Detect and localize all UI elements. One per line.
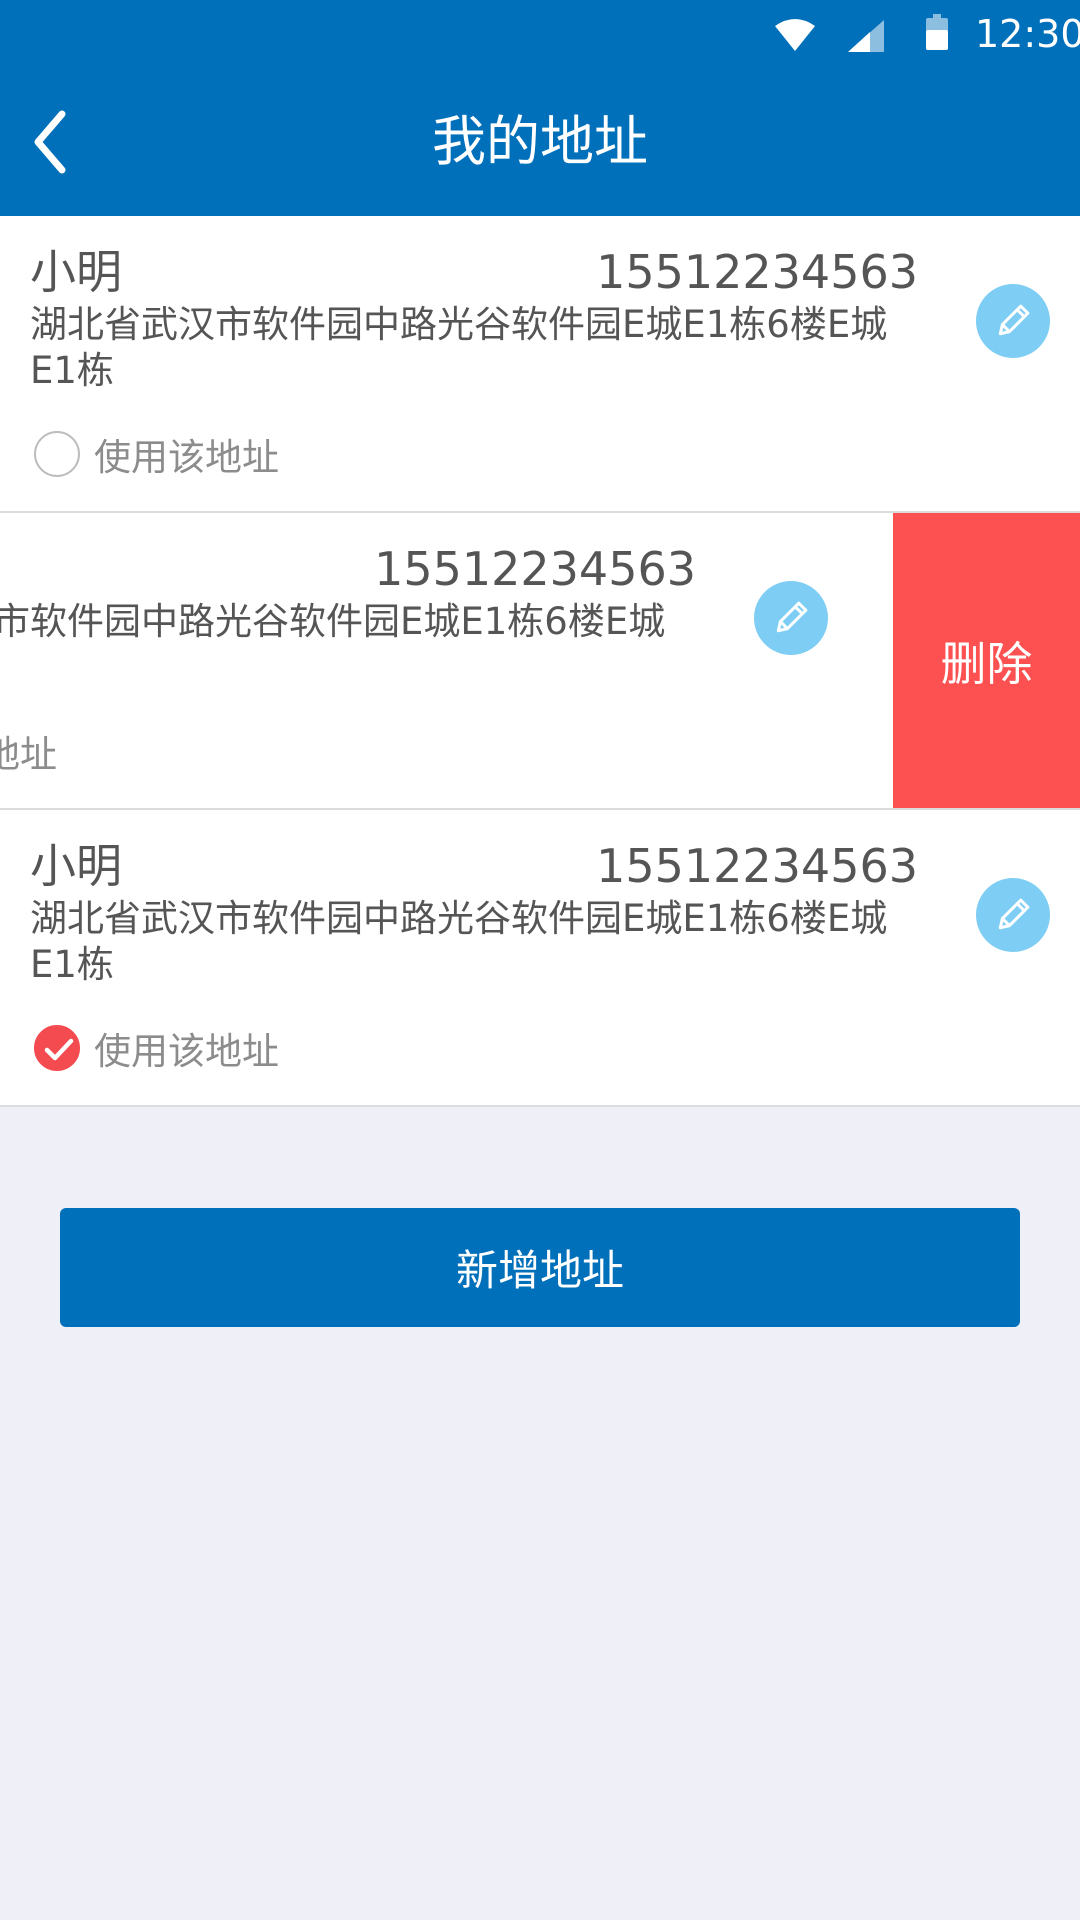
pencil-icon — [776, 601, 808, 633]
address-text: 湖北省武汉市软件园中路光谷软件园E城E1栋6楼E城E1栋 — [30, 303, 888, 392]
app-bar: 我的地址 — [0, 72, 1080, 216]
use-address-toggle[interactable]: 使用该地址 — [34, 1020, 279, 1076]
pencil-icon — [998, 304, 1030, 336]
use-address-label: 使用该地址 — [94, 1030, 279, 1073]
status-bar: 12:30 — [0, 0, 1080, 72]
contact-phone: 15512234563 — [374, 542, 696, 596]
page-title: 我的地址 — [432, 110, 648, 173]
address-text: 湖北省武汉市软件园中路光谷软件园E城E1栋6楼E城E1栋 — [30, 897, 888, 986]
address-item: 小明 15512234563 湖北省武汉市软件园中路光谷软件园E城E1栋6楼E城… — [0, 216, 1080, 513]
use-address-label: 使用该地址 — [94, 436, 279, 479]
use-address-toggle[interactable]: 使用该地址 — [34, 426, 279, 482]
checkmark-icon — [44, 1038, 74, 1061]
wifi-icon — [775, 19, 815, 51]
address-item-content[interactable]: 小明 15512234563 湖北省武汉市软件园中路光谷软件园E城E1栋6楼E城… — [0, 216, 1080, 511]
pencil-icon — [998, 898, 1030, 930]
add-address-button[interactable]: 新增地址 — [60, 1208, 1020, 1327]
address-item-content[interactable]: 小明 15512234563 湖北省武汉市软件园中路光谷软件园E城E1栋6楼E城… — [0, 810, 1080, 1105]
use-address-toggle[interactable]: 使用该地址 — [0, 723, 57, 779]
address-item: 小明 15512234563 湖北省武汉市软件园中路光谷软件园E城E1栋6楼E城… — [0, 513, 1080, 810]
battery-icon — [926, 14, 948, 50]
contact-phone: 15512234563 — [596, 245, 918, 299]
contact-phone: 15512234563 — [596, 839, 918, 893]
edit-button[interactable] — [976, 878, 1050, 952]
edit-button[interactable] — [754, 581, 828, 655]
edit-button[interactable] — [976, 284, 1050, 358]
cell-signal-icon — [848, 20, 884, 52]
address-item-content[interactable]: 小明 15512234563 湖北省武汉市软件园中路光谷软件园E城E1栋6楼E城… — [0, 513, 858, 808]
radio-unchecked-icon[interactable] — [34, 431, 80, 477]
address-text: 湖北省武汉市软件园中路光谷软件园E城E1栋6楼E城E1栋 — [0, 600, 666, 643]
delete-button[interactable]: 删除 — [893, 513, 1080, 808]
contact-name: 小明 — [30, 839, 122, 893]
radio-checked-icon[interactable] — [34, 1025, 80, 1071]
address-list: 小明 15512234563 湖北省武汉市软件园中路光谷软件园E城E1栋6楼E城… — [0, 216, 1080, 1107]
contact-name: 小明 — [30, 245, 122, 299]
status-time: 12:30 — [975, 12, 1080, 56]
use-address-label: 使用该地址 — [0, 733, 57, 776]
address-item: 小明 15512234563 湖北省武汉市软件园中路光谷软件园E城E1栋6楼E城… — [0, 810, 1080, 1107]
